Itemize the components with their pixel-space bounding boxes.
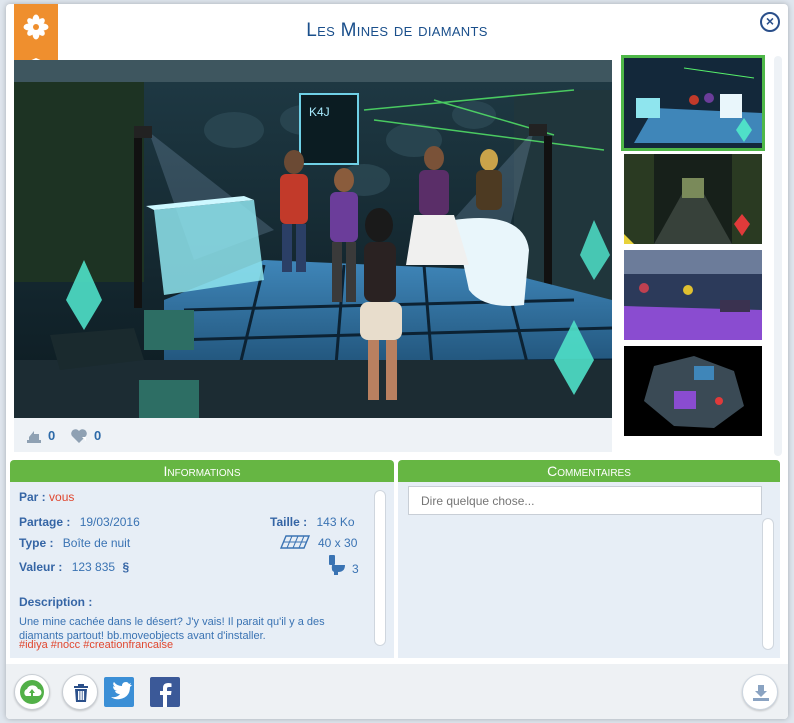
- trash-icon: [74, 684, 88, 702]
- size-label: Taille :: [270, 515, 308, 529]
- comments-scrollbar[interactable]: [762, 518, 774, 650]
- footer-toolbar: [6, 664, 788, 719]
- thumbnail-floor-plan-image: [624, 346, 762, 436]
- close-button[interactable]: ×: [760, 12, 780, 32]
- twitter-icon: [111, 682, 132, 700]
- bathroom-count: 3: [352, 562, 359, 576]
- type-value: Boîte de nuit: [62, 536, 131, 550]
- thumbnail-corridor-image: [624, 154, 762, 244]
- comments-panel-header: Commentaires: [398, 460, 780, 482]
- upload-button[interactable]: [14, 674, 50, 710]
- thumbnail-1[interactable]: [621, 55, 765, 151]
- download-count-icon: [27, 431, 41, 443]
- download-button[interactable]: [742, 674, 778, 710]
- lot-size-icon: [280, 535, 310, 549]
- shared-row: Partage : 19/03/2016: [19, 515, 140, 529]
- cloud-upload-icon: [20, 680, 44, 704]
- stats-bar: 0 0: [14, 418, 612, 452]
- author-label: Par :: [19, 490, 46, 504]
- nightclub-scene-image: K4J: [14, 60, 612, 418]
- lot-size-value: 40 x 30: [318, 536, 358, 550]
- download-icon: [753, 685, 769, 701]
- thumbnail-dance-floor-image: [624, 58, 762, 148]
- comment-input[interactable]: [408, 486, 762, 515]
- club-sign-text: K4J: [309, 105, 330, 119]
- facebook-share-button[interactable]: [150, 677, 180, 707]
- author-link[interactable]: vous: [49, 490, 74, 504]
- value-amount: 123 835: [71, 560, 116, 574]
- shared-label: Partage :: [19, 515, 71, 529]
- thumbnail-4[interactable]: [624, 346, 762, 436]
- value-label: Valeur :: [19, 560, 63, 574]
- twitter-share-button[interactable]: [104, 677, 134, 707]
- description-tags[interactable]: #idiya #nocc #creationfrancaise: [19, 639, 173, 651]
- type-label: Type :: [19, 536, 54, 550]
- main-screenshot: K4J: [14, 60, 612, 418]
- thumbnail-scrollbar[interactable]: [774, 56, 782, 456]
- size-value: 143 Ko: [316, 515, 355, 529]
- info-panel: Par : vous Partage : 19/03/2016 Taille :…: [10, 482, 394, 658]
- info-scrollbar[interactable]: [374, 490, 386, 646]
- window-title: Les Mines de diamants: [306, 20, 488, 41]
- info-panel-header: Informations: [10, 460, 394, 482]
- type-row: Type : Boîte de nuit: [19, 536, 130, 550]
- download-count: 0: [48, 428, 56, 443]
- favorite-count: 0: [94, 428, 102, 443]
- author-row: Par : vous: [19, 490, 74, 504]
- description-label-text: Description :: [19, 595, 93, 609]
- facebook-icon: [160, 683, 172, 707]
- bathroom-icon: [329, 555, 345, 575]
- size-row: Taille : 143 Ko: [270, 515, 355, 529]
- thumbnail-3[interactable]: [624, 250, 762, 340]
- thumbnail-2[interactable]: [624, 154, 762, 244]
- delete-button[interactable]: [62, 674, 98, 710]
- value-row: Valeur : 123 835 §: [19, 560, 129, 574]
- simoleon-icon: §: [122, 560, 130, 574]
- shared-date: 19/03/2016: [79, 515, 140, 529]
- description-label: Description :: [19, 595, 92, 609]
- favorite-count-icon: [71, 429, 87, 443]
- thumbnail-lounge-image: [624, 250, 762, 340]
- gallery-window: Les Mines de diamants × K4J 0 0 Informat…: [6, 4, 788, 719]
